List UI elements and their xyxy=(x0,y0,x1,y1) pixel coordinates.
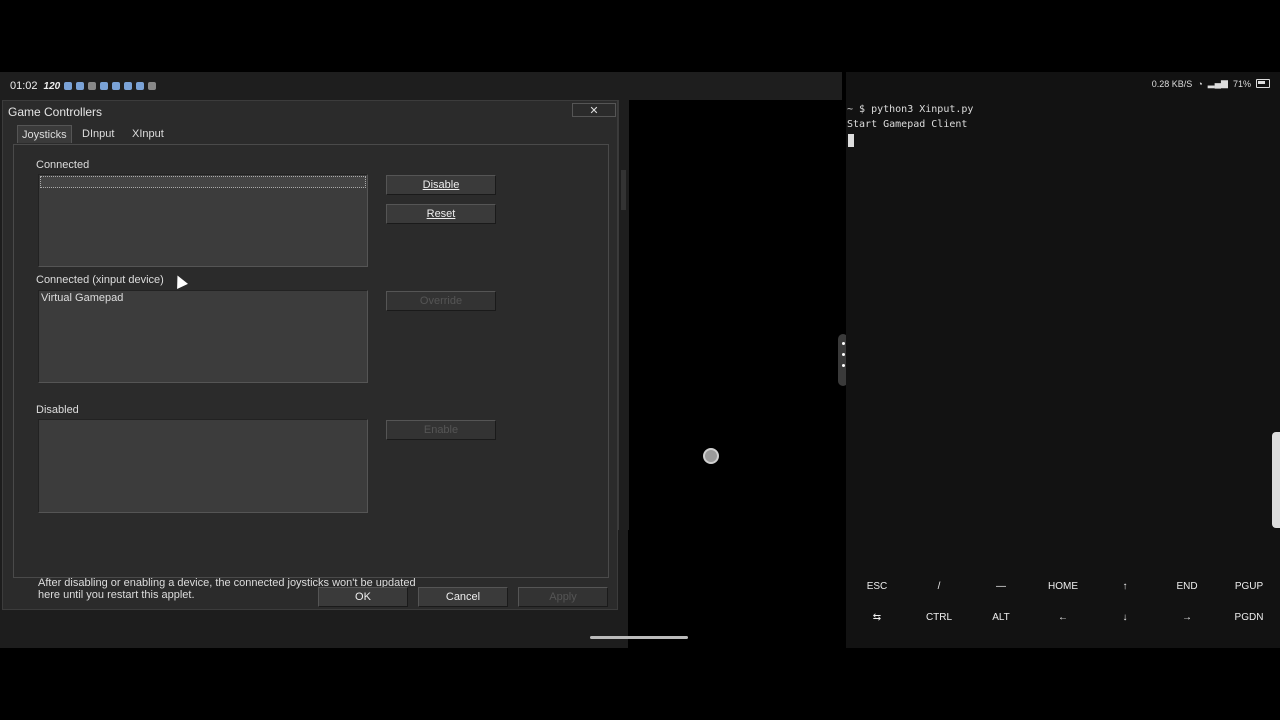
battery-percent: 71% xyxy=(1232,78,1251,89)
key-right[interactable]: → xyxy=(1156,602,1218,633)
close-button[interactable]: ✕ xyxy=(572,103,616,117)
handle-dot xyxy=(841,364,845,367)
ok-button[interactable]: OK xyxy=(318,587,408,607)
connected-label: Connected xyxy=(36,159,90,171)
tab-xinput[interactable]: XInput xyxy=(128,125,168,143)
x-icon xyxy=(88,82,97,90)
tab-joysticks[interactable]: Joysticks xyxy=(17,125,72,143)
signal-icon: ▂▄▆ xyxy=(1207,78,1228,88)
terminal-line: ~ $ python3 Xinput.py xyxy=(847,104,974,115)
override-button[interactable]: Override xyxy=(386,291,496,311)
scrollbar-thumb[interactable] xyxy=(621,170,626,210)
refresh-rate: 120 xyxy=(43,80,61,92)
tab-dinput[interactable]: DInput xyxy=(78,125,118,143)
key-end[interactable]: END xyxy=(1156,571,1218,602)
cancel-button[interactable]: Cancel xyxy=(418,587,508,607)
key-pgup[interactable]: PGUP xyxy=(1218,571,1280,602)
disabled-list[interactable] xyxy=(38,419,368,513)
terminal-cursor xyxy=(848,134,854,147)
close-icon: ✕ xyxy=(589,105,599,117)
terminal-side-tab[interactable] xyxy=(1272,432,1280,528)
reset-button[interactable]: Reset xyxy=(386,204,496,224)
key-home[interactable]: HOME xyxy=(1032,571,1094,602)
key-esc[interactable]: ESC xyxy=(846,571,908,602)
key-alt[interactable]: ALT xyxy=(970,602,1032,633)
left-window-pane: 01:02 120 Game Controllers ✕ Joysticks D… xyxy=(0,72,842,648)
key-dash[interactable]: — xyxy=(970,571,1032,602)
joysticks-tab-panel: Connected Disable Reset Connected (xinpu… xyxy=(13,144,609,601)
enable-button[interactable]: Enable xyxy=(386,420,496,440)
battery-icon xyxy=(1256,79,1270,88)
extra-keys-bar: ESC / — HOME ↑ END PGUP ⇆ CTRL ALT ← ↓ →… xyxy=(846,571,1280,641)
terminal-line: Start Gamepad Client xyxy=(847,119,968,130)
right-status-bar: 0.28 KB/S ◔ ▂▄▆ 71% xyxy=(1152,78,1270,89)
xinput-device-label: Connected (xinput device) xyxy=(36,274,164,286)
app-icon xyxy=(100,82,109,90)
disabled-label: Disabled xyxy=(36,404,79,416)
app-icon xyxy=(64,82,73,90)
dialog-scrollbar[interactable] xyxy=(618,100,629,530)
xinput-device-list[interactable]: Virtual Gamepad xyxy=(38,290,368,383)
key-up[interactable]: ↑ xyxy=(1094,571,1156,602)
net-speed: 0.28 KB/S xyxy=(1152,79,1193,89)
app-icon xyxy=(112,82,121,90)
handle-dot xyxy=(841,353,845,356)
key-left[interactable]: ← xyxy=(1032,602,1094,633)
disable-button-label: Disable xyxy=(422,179,460,191)
connected-list[interactable] xyxy=(38,174,368,267)
app-icon xyxy=(76,82,85,90)
reset-button-label: Reset xyxy=(426,208,456,220)
key-down[interactable]: ↓ xyxy=(1094,602,1156,633)
handle-dot xyxy=(841,342,845,345)
wifi-icon: ◔ xyxy=(1197,78,1203,89)
app-icon xyxy=(124,82,133,90)
game-controllers-dialog: Game Controllers ✕ Joysticks DInput XInp… xyxy=(2,100,618,610)
key-slash[interactable]: / xyxy=(908,571,970,602)
disable-button[interactable]: Disable xyxy=(386,175,496,195)
nav-gesture-handle[interactable] xyxy=(590,636,688,639)
display-area xyxy=(628,100,842,648)
list-focus-row[interactable] xyxy=(40,176,366,188)
net-speed-value: 0.28 xyxy=(1151,78,1170,89)
terminal-icon xyxy=(148,82,157,90)
status-time: 01:02 xyxy=(10,80,38,92)
left-status-bar: 01:02 120 xyxy=(0,72,842,100)
dialog-title: Game Controllers xyxy=(8,105,103,119)
net-speed-unit: KB/S xyxy=(1171,78,1193,89)
touch-indicator xyxy=(703,448,719,464)
key-ctrl[interactable]: CTRL xyxy=(908,602,970,633)
key-pgdn[interactable]: PGDN xyxy=(1218,602,1280,633)
list-item[interactable]: Virtual Gamepad xyxy=(39,291,367,305)
terminal-pane: 0.28 KB/S ◔ ▂▄▆ 71% ~ $ python3 Xinput.p… xyxy=(846,72,1280,648)
key-tab[interactable]: ⇆ xyxy=(846,602,908,633)
apply-button[interactable]: Apply xyxy=(518,587,608,607)
app-icon xyxy=(136,82,145,90)
